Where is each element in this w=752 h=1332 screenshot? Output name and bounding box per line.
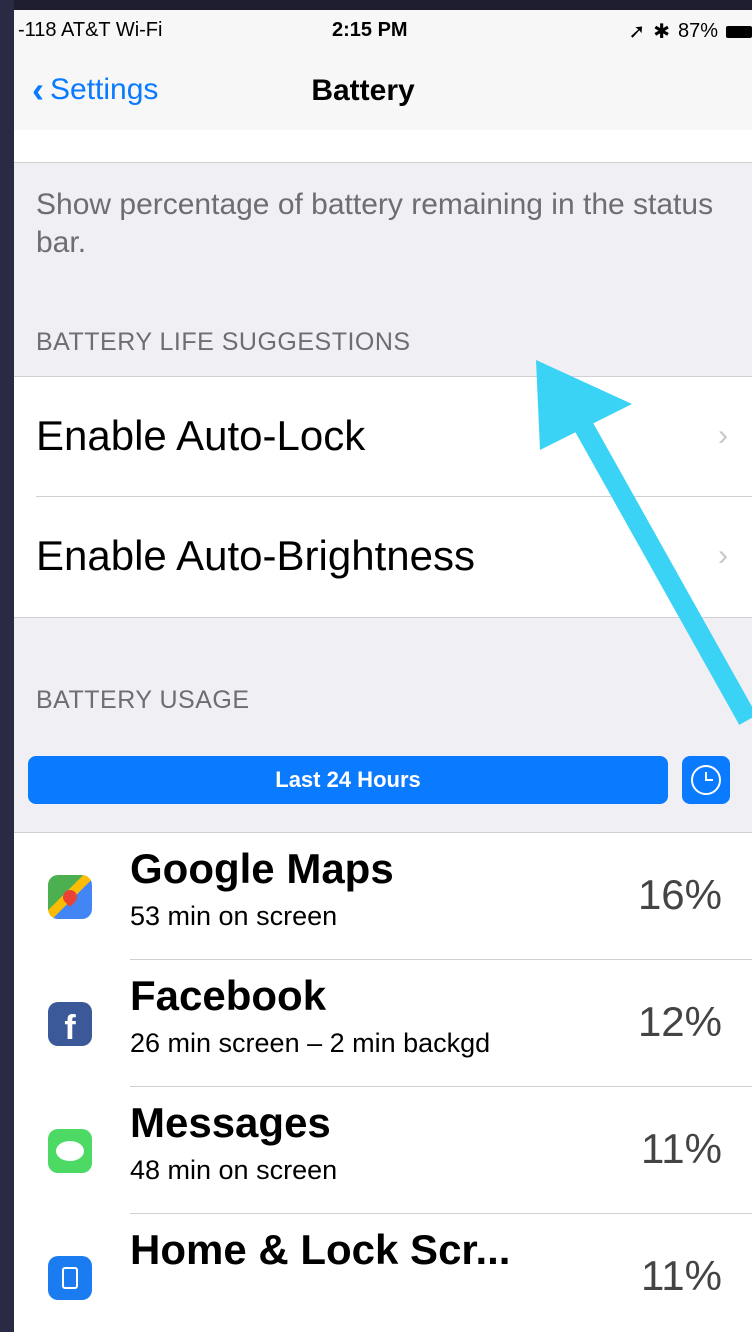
app-detail: 48 min on screen xyxy=(130,1155,338,1185)
suggestion-auto-brightness[interactable]: Enable Auto-Brightness › xyxy=(14,497,752,615)
battery-percentage-row[interactable] xyxy=(14,130,752,163)
app-name: Messages xyxy=(130,1099,331,1146)
suggestion-label: Enable Auto-Brightness xyxy=(36,532,475,579)
clock-button[interactable] xyxy=(682,756,730,804)
carrier-label: -118 AT&T Wi-Fi xyxy=(18,19,163,41)
location-icon: ➚ xyxy=(628,21,646,43)
app-row-home-lock-screen[interactable]: Home & Lock Scr... 11% xyxy=(14,1214,752,1332)
google-maps-icon xyxy=(48,875,92,919)
messages-icon xyxy=(48,1129,92,1173)
last-24-hours-segment[interactable]: Last 24 Hours xyxy=(28,756,668,804)
status-bar: -118 AT&T Wi-Fi 2:15 PM ➚ ✱ 87% xyxy=(14,10,752,52)
home-lock-screen-icon xyxy=(48,1256,92,1300)
app-percent: 11% xyxy=(641,1125,722,1172)
suggestions-group: Enable Auto-Lock › Enable Auto-Brightnes… xyxy=(14,376,752,618)
screen: -118 AT&T Wi-Fi 2:15 PM ➚ ✱ 87% ‹ Settin… xyxy=(14,10,752,1332)
app-detail: 53 min on screen xyxy=(130,901,338,931)
app-row-messages[interactable]: Messages 48 min on screen 11% xyxy=(14,1087,752,1213)
battery-percentage-footer: Show percentage of battery remaining in … xyxy=(36,188,714,259)
app-percent: 11% xyxy=(641,1252,722,1299)
app-row-google-maps[interactable]: Google Maps 53 min on screen 16% xyxy=(14,833,752,959)
app-percent: 12% xyxy=(637,998,722,1045)
chevron-right-icon: › xyxy=(718,539,728,572)
battery-icon xyxy=(726,25,752,38)
app-name: Facebook xyxy=(130,972,327,1019)
app-name: Home & Lock Scr... xyxy=(130,1226,511,1273)
chevron-right-icon: › xyxy=(718,419,728,452)
suggestions-header: BATTERY LIFE SUGGESTIONS xyxy=(36,328,411,356)
bluetooth-icon: ✱ xyxy=(653,21,670,43)
status-right: ➚ ✱ 87% xyxy=(628,19,752,44)
navigation-bar: ‹ Settings Battery xyxy=(14,52,752,131)
app-percent: 16% xyxy=(637,871,722,918)
app-row-facebook[interactable]: f Facebook 26 min screen – 2 min backgd … xyxy=(14,960,752,1086)
clock-icon xyxy=(691,765,721,795)
status-time: 2:15 PM xyxy=(332,19,408,41)
page-title: Battery xyxy=(311,74,415,107)
usage-list: Google Maps 53 min on screen 16% f Faceb… xyxy=(14,832,752,1332)
battery-percent: 87% xyxy=(677,20,718,42)
app-name: Google Maps xyxy=(130,845,394,892)
suggestion-auto-lock[interactable]: Enable Auto-Lock › xyxy=(14,377,752,495)
usage-header: BATTERY USAGE xyxy=(36,686,250,714)
device-frame: -118 AT&T Wi-Fi 2:15 PM ➚ ✱ 87% ‹ Settin… xyxy=(0,0,752,1332)
suggestion-label: Enable Auto-Lock xyxy=(36,412,366,459)
app-detail: 26 min screen – 2 min backgd xyxy=(130,1028,491,1058)
facebook-icon: f xyxy=(48,1002,92,1046)
